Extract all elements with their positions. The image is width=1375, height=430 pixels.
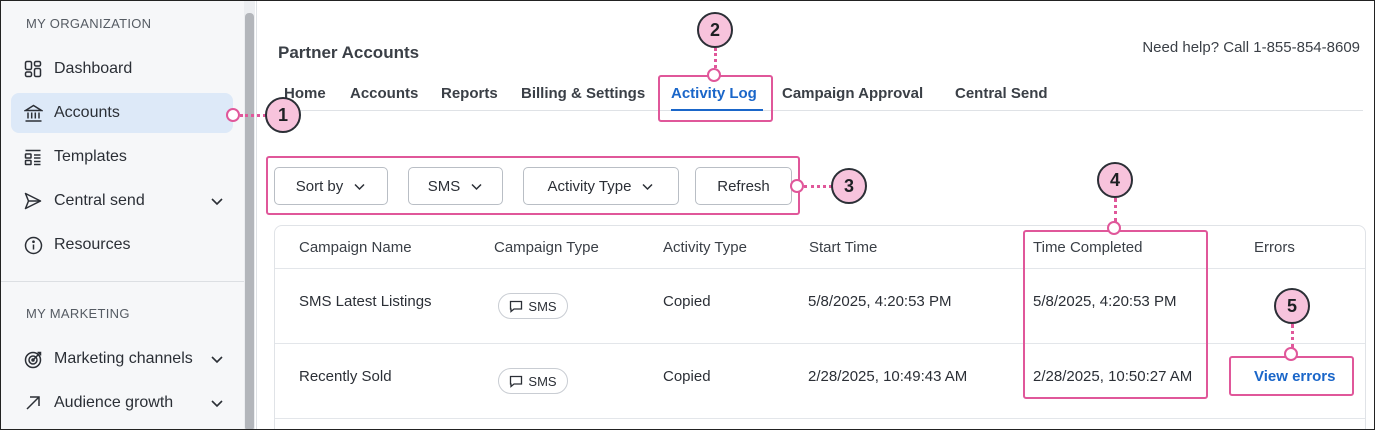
tab-activity-log[interactable]: Activity Log <box>671 85 757 102</box>
cell-activity-type: Copied <box>663 293 711 310</box>
callout-badge: 1 <box>265 97 301 133</box>
chevron-down-icon <box>354 183 365 190</box>
sidebar-border <box>256 1 257 429</box>
sidebar-item-accounts[interactable]: Accounts <box>11 93 233 133</box>
tab-central-send[interactable]: Central Send <box>955 85 1048 102</box>
chevron-down-icon <box>642 183 653 190</box>
sort-by-dropdown[interactable]: Sort by <box>274 167 388 205</box>
sidebar-item-label: Templates <box>54 148 127 165</box>
table-row-divider <box>275 343 1365 344</box>
callout-badge: 4 <box>1097 162 1133 198</box>
target-icon <box>23 349 43 369</box>
callout-badge: 3 <box>831 168 867 204</box>
cell-campaign-name: Recently Sold <box>299 368 392 385</box>
callout-anchor <box>707 68 721 82</box>
section-label-marketing: MY MARKETING <box>26 306 130 321</box>
chevron-down-icon[interactable] <box>209 193 225 209</box>
sidebar-scrollbar-thumb[interactable] <box>245 13 254 429</box>
view-errors-link[interactable]: View errors <box>1254 368 1335 385</box>
sidebar-item-label: Accounts <box>54 104 120 121</box>
sidebar-item-central-send[interactable]: Central send <box>11 181 233 221</box>
column-header-errors: Errors <box>1254 239 1295 256</box>
send-icon <box>23 191 43 211</box>
callout-anchor <box>1284 347 1298 361</box>
sidebar-item-marketing-channels[interactable]: Marketing channels <box>11 339 233 379</box>
app-window: MY ORGANIZATION Dashboard Accounts Templ… <box>0 0 1375 430</box>
callout-badge: 5 <box>1274 288 1310 324</box>
callout-anchor <box>790 179 804 193</box>
callout-anchor <box>1107 221 1121 235</box>
sidebar-item-templates[interactable]: Templates <box>11 137 233 177</box>
sidebar-item-label: Resources <box>54 236 131 253</box>
sidebar-item-label: Central send <box>54 192 145 209</box>
chevron-down-icon <box>471 183 482 190</box>
sidebar: MY ORGANIZATION Dashboard Accounts Templ… <box>1 1 244 429</box>
activity-type-dropdown[interactable]: Activity Type <box>523 167 679 205</box>
cell-time-completed: 2/28/2025, 10:50:27 AM <box>1033 368 1193 385</box>
message-icon <box>510 375 523 388</box>
section-label-organization: MY ORGANIZATION <box>26 16 152 31</box>
sidebar-item-label: Audience growth <box>54 394 174 411</box>
dashboard-icon <box>23 59 43 79</box>
callout-connector <box>1114 198 1117 222</box>
cell-start-time: 2/28/2025, 10:49:43 AM <box>808 368 968 385</box>
campaign-type-badge: SMS <box>498 368 568 394</box>
column-header-campaign-name: Campaign Name <box>299 239 412 256</box>
sidebar-item-label: Marketing channels <box>54 350 193 367</box>
column-header-time-completed: Time Completed <box>1033 239 1143 256</box>
sms-filter-label: SMS <box>427 177 461 195</box>
refresh-button[interactable]: Refresh <box>695 167 792 205</box>
bank-icon <box>23 103 43 123</box>
chevron-down-icon[interactable] <box>209 351 225 367</box>
page-title: Partner Accounts <box>278 43 420 62</box>
badge-label: SMS <box>528 298 557 314</box>
cell-time-completed: 5/8/2025, 4:20:53 PM <box>1033 293 1177 310</box>
column-header-campaign-type: Campaign Type <box>494 239 599 256</box>
help-text: Need help? Call 1-855-854-8609 <box>1142 39 1360 56</box>
badge-label: SMS <box>528 373 557 389</box>
message-icon <box>510 300 523 313</box>
tab-reports[interactable]: Reports <box>441 85 498 102</box>
campaign-type-badge: SMS <box>498 293 568 319</box>
sidebar-item-dashboard[interactable]: Dashboard <box>11 49 233 89</box>
info-icon <box>23 235 43 255</box>
arrow-up-right-icon <box>23 393 43 413</box>
tabs-divider <box>278 110 1363 111</box>
templates-icon <box>23 147 43 167</box>
callout-connector <box>804 185 832 188</box>
cell-campaign-name: SMS Latest Listings <box>299 293 432 310</box>
table-header-divider <box>275 268 1365 269</box>
callout-connector <box>240 114 266 117</box>
callout-connector <box>1291 324 1294 348</box>
callout-badge: 2 <box>697 12 733 48</box>
cell-activity-type: Copied <box>663 368 711 385</box>
sort-by-label: Sort by <box>295 177 344 195</box>
sidebar-item-label: Dashboard <box>54 60 133 77</box>
activity-type-label: Activity Type <box>547 177 632 195</box>
sidebar-item-audience-growth[interactable]: Audience growth <box>11 383 233 423</box>
column-header-start-time: Start Time <box>809 239 878 256</box>
tab-billing-settings[interactable]: Billing & Settings <box>521 85 645 102</box>
chevron-down-icon[interactable] <box>209 395 225 411</box>
sidebar-item-resources[interactable]: Resources <box>11 225 233 265</box>
sms-dropdown[interactable]: SMS <box>408 167 503 205</box>
tab-campaign-approval[interactable]: Campaign Approval <box>782 85 923 102</box>
callout-anchor <box>226 108 240 122</box>
callout-connector <box>714 48 717 68</box>
cell-start-time: 5/8/2025, 4:20:53 PM <box>808 293 952 310</box>
column-header-activity-type: Activity Type <box>663 239 747 256</box>
tab-accounts[interactable]: Accounts <box>350 85 418 102</box>
table-row-divider <box>275 418 1365 419</box>
sidebar-divider <box>1 281 244 282</box>
active-tab-indicator <box>671 109 763 111</box>
